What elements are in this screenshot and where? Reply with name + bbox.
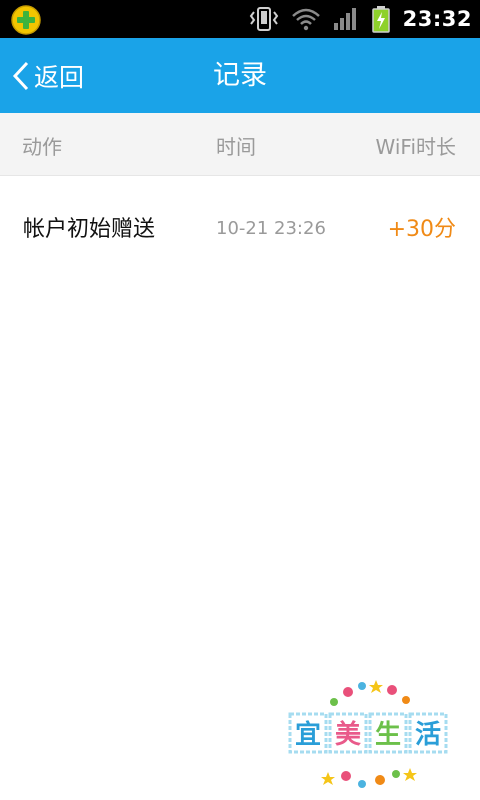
status-bar: 23:32 [0, 0, 480, 38]
watermark-logo: 宜 美 生 活 [288, 680, 448, 788]
column-header-time: 时间 [216, 135, 256, 159]
page-title: 记录 [213, 60, 267, 91]
status-icons: 23:32 [249, 0, 472, 38]
column-header-action: 动作 [22, 135, 62, 159]
watermark-char-2: 美 [335, 719, 361, 750]
column-header-wifi-duration: WiFi时长 [375, 135, 457, 159]
record-points: +30分 [387, 217, 456, 242]
status-time: 23:32 [402, 7, 472, 31]
watermark-char-1: 宜 [295, 719, 321, 750]
battery-charging-icon [371, 6, 390, 33]
watermark-char-4: 活 [415, 720, 441, 750]
title-bar: 返回 记录 [0, 38, 480, 113]
column-header: 动作 时间 WiFi时长 [0, 113, 480, 176]
wifi-icon [291, 8, 320, 31]
signal-icon [333, 8, 356, 30]
watermark-char-3: 生 [375, 720, 401, 750]
screen: 23:32 返回 记录 动作 时间 WiFi时长 帐户初始赠送 10-21 23… [0, 0, 480, 800]
record-action: 帐户初始赠送 [23, 217, 156, 242]
app-plus-icon [11, 5, 41, 35]
table-row: 帐户初始赠送 10-21 23:26 +30分 [0, 176, 480, 284]
record-time: 10-21 23:26 [216, 218, 326, 239]
vibrate-icon [249, 7, 278, 31]
